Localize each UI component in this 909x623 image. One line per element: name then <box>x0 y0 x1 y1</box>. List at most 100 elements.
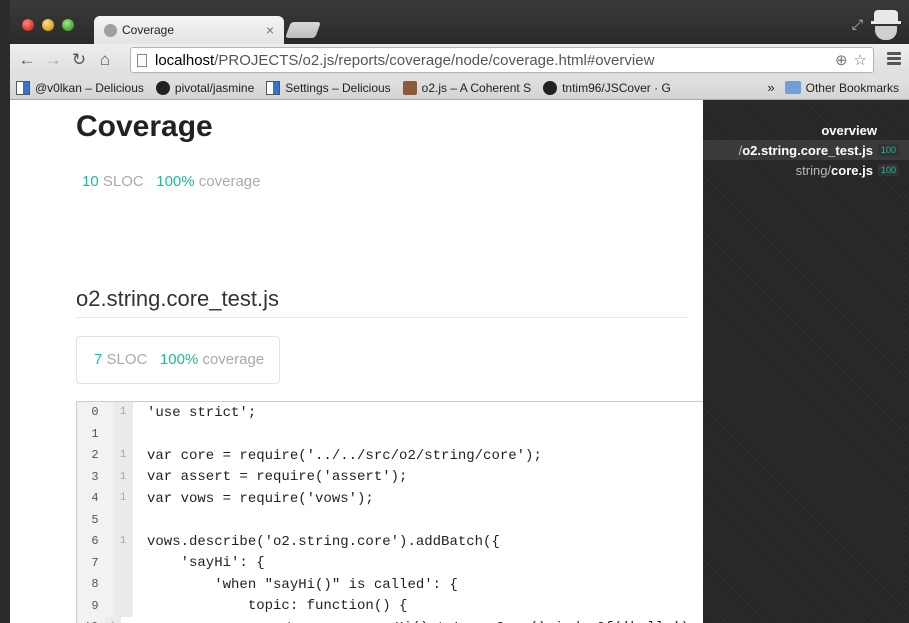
code-text: 'use strict'; <box>147 404 257 421</box>
tab-strip: Coverage × ⤢ <box>10 0 909 44</box>
hit-count <box>113 509 133 531</box>
code-line: 101 return core.sayHi().toLowerCase().in… <box>77 617 706 623</box>
line-number: 10 <box>77 617 106 623</box>
bookmark-item[interactable]: o2.js – A Coherent S <box>402 80 532 95</box>
code-text: var assert = require('assert'); <box>147 469 408 486</box>
code-text: 'sayHi': { <box>147 555 265 572</box>
hit-count: 1 <box>113 402 133 424</box>
line-number: 9 <box>77 595 113 617</box>
tab-title: Coverage <box>122 23 175 37</box>
line-number: 4 <box>77 488 113 510</box>
sloc-label: SLOC <box>102 173 144 190</box>
sidebar: overview / o2.string.core_test.js 100 st… <box>703 100 909 623</box>
sloc-count: 7 <box>94 351 103 368</box>
line-number: 2 <box>77 445 113 467</box>
bookmark-item[interactable]: tntim96/JSCover · G <box>543 80 671 95</box>
bookmark-label: pivotal/jasmine <box>174 80 255 95</box>
line-number: 7 <box>77 552 113 574</box>
hit-count: 1 <box>113 488 133 510</box>
sidebar-nav: overview / o2.string.core_test.js 100 st… <box>703 120 909 180</box>
url-text[interactable]: localhost/PROJECTS/o2.js/reports/coverag… <box>155 52 829 69</box>
incognito-icon <box>871 8 901 42</box>
sidebar-item-file[interactable]: string/ core.js 100 <box>703 160 909 180</box>
bookmark-star-icon[interactable]: ☆ <box>854 51 867 69</box>
avatar-icon <box>402 80 417 95</box>
new-tab-button[interactable] <box>285 22 321 38</box>
url-path: /PROJECTS/o2.js/reports/coverage/node/co… <box>214 51 655 69</box>
page-title: Coverage <box>76 110 213 143</box>
delicious-icon <box>266 80 281 95</box>
coverage-badge: 100 <box>877 164 899 176</box>
code-line: 9 topic: function() { <box>77 595 706 617</box>
line-number: 3 <box>77 466 113 488</box>
sloc-label: SLOC <box>106 351 148 368</box>
address-bar[interactable]: localhost/PROJECTS/o2.js/reports/coverag… <box>130 47 874 73</box>
line-number: 0 <box>77 402 113 424</box>
github-icon <box>543 80 558 95</box>
forward-button[interactable]: → <box>40 50 66 70</box>
code-line: 1 <box>77 423 706 445</box>
bookmark-item[interactable]: Settings – Delicious <box>266 80 391 95</box>
other-bookmarks-label: Other Bookmarks <box>805 80 899 95</box>
hit-count: 1 <box>113 531 133 553</box>
file-stats: 7 SLOC 100% coverage <box>76 336 280 384</box>
summary-stats: 10 SLOC 100% coverage <box>82 173 261 190</box>
tab-close-icon[interactable]: × <box>266 22 274 38</box>
zoom-icon[interactable]: ⊕ <box>835 51 848 69</box>
other-bookmarks-folder[interactable]: Other Bookmarks <box>784 80 899 95</box>
bookmark-item[interactable]: @v0lkan – Delicious <box>16 80 144 95</box>
code-text: var core = require('../../src/o2/string/… <box>147 447 542 464</box>
back-button[interactable]: ← <box>14 50 40 70</box>
divider <box>76 317 688 318</box>
window-maximize-button[interactable] <box>62 19 74 31</box>
github-icon <box>155 80 170 95</box>
code-text: vows.describe('o2.string.core').addBatch… <box>147 533 500 550</box>
browser-chrome: Coverage × ⤢ ← → ↻ ⌂ localhost/PROJECTS/… <box>10 0 909 100</box>
reload-button[interactable]: ↻ <box>66 50 92 70</box>
main-content: Coverage 10 SLOC 100% coverage o2.string… <box>10 100 706 623</box>
hit-count: 1 <box>105 617 121 623</box>
sidebar-item-overview[interactable]: overview <box>703 120 909 140</box>
code-line: 0 1 'use strict'; <box>77 402 706 424</box>
file-title: o2.string.core_test.js <box>76 286 279 311</box>
code-line: 8 'when "sayHi()" is called': { <box>77 574 706 596</box>
hit-count: 1 <box>113 466 133 488</box>
window-close-button[interactable] <box>22 19 34 31</box>
bookmark-label: @v0lkan – Delicious <box>35 80 144 95</box>
sloc-count: 10 <box>82 173 99 190</box>
code-text: topic: function() { <box>147 598 408 615</box>
bookmark-label: tntim96/JSCover · G <box>562 80 671 95</box>
window-minimize-button[interactable] <box>42 19 54 31</box>
bookmark-item[interactable]: pivotal/jasmine <box>155 80 255 95</box>
coverage-percent: 100% <box>159 351 199 368</box>
hit-count: 1 <box>113 445 133 467</box>
coverage-percent: 100% <box>156 173 195 190</box>
home-button[interactable]: ⌂ <box>92 50 118 70</box>
sidebar-item-dir: string/ <box>795 162 832 178</box>
bookmarks-bar: @v0lkan – Delicious pivotal/jasmine Sett… <box>10 76 909 100</box>
more-bookmarks-chevron[interactable]: » <box>767 80 774 95</box>
code-line: 4 1 var vows = require('vows'); <box>77 488 706 510</box>
fullscreen-icon[interactable]: ⤢ <box>852 16 863 33</box>
sidebar-item-file[interactable]: / o2.string.core_test.js 100 <box>703 140 909 160</box>
code-line: 2 1 var core = require('../../src/o2/strin… <box>77 445 706 467</box>
bookmark-label: Settings – Delicious <box>285 80 391 95</box>
code-line: 5 <box>77 509 706 531</box>
hit-count <box>113 423 133 445</box>
folder-icon <box>784 81 801 94</box>
page-viewport: Coverage 10 SLOC 100% coverage o2.string… <box>10 100 909 623</box>
code-line: 7 'sayHi': { <box>77 552 706 574</box>
url-host: localhost <box>155 51 215 69</box>
line-number: 8 <box>77 574 113 596</box>
line-number: 5 <box>77 509 113 531</box>
hit-count <box>113 574 133 596</box>
code-text: 'when "sayHi()" is called': { <box>147 576 458 593</box>
coverage-badge: 100 <box>877 144 899 156</box>
bookmark-label: o2.js – A Coherent S <box>421 80 532 95</box>
line-number: 6 <box>77 531 113 553</box>
sidebar-item-label: o2.string.core_test.js <box>742 142 873 158</box>
tab-coverage[interactable]: Coverage × <box>94 16 284 44</box>
menu-icon[interactable] <box>887 52 901 67</box>
hit-count <box>113 595 133 617</box>
code-line: 3 1 var assert = require('assert'); <box>77 466 706 488</box>
